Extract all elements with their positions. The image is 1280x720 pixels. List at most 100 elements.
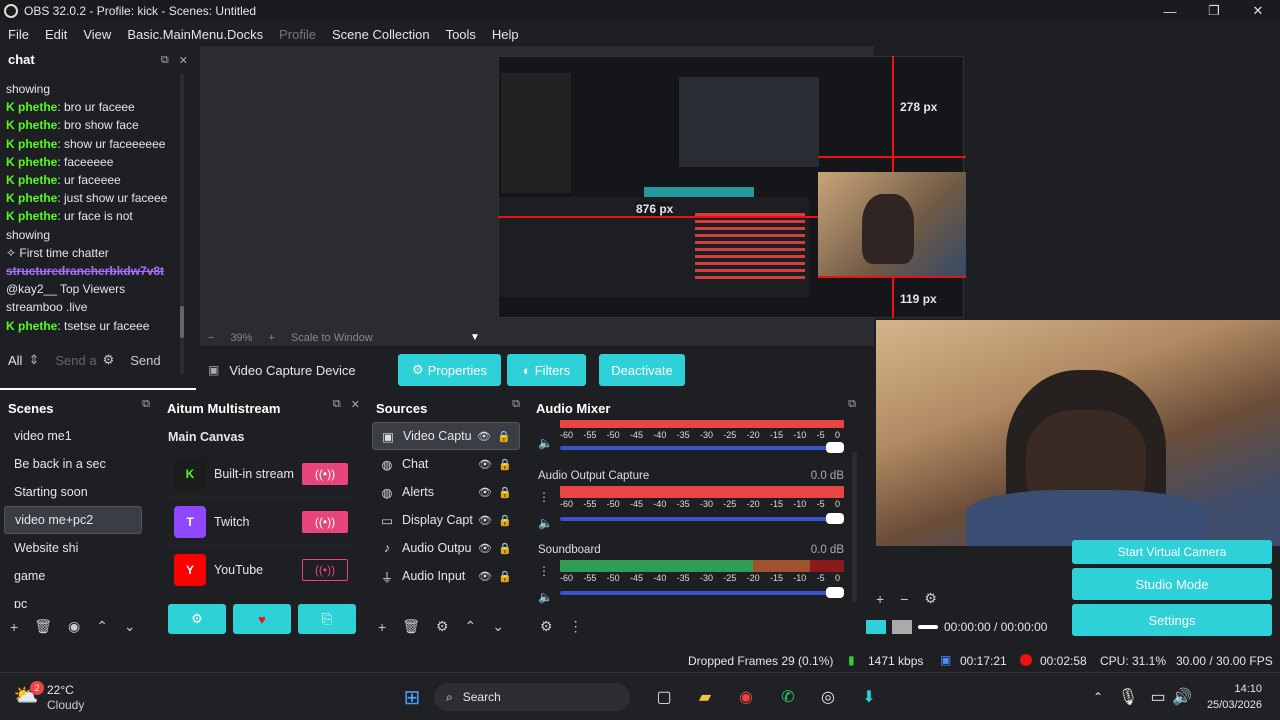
chat-input[interactable]: Send a xyxy=(55,353,96,368)
source-item[interactable]: ⏚ Audio Input 👁 🔒 xyxy=(372,562,520,590)
taskbar-search[interactable]: ⌕ Search xyxy=(434,683,630,711)
multistream-link-button[interactable]: ⎘ xyxy=(298,604,356,634)
stream-toggle[interactable]: ((•)) xyxy=(302,510,348,533)
windows-start-icon[interactable]: ⊞ xyxy=(400,685,424,709)
file-explorer-icon[interactable]: ▰ xyxy=(693,685,717,709)
chat-username[interactable]: phethe xyxy=(18,137,57,151)
chat-username[interactable]: phethe xyxy=(18,191,57,205)
chat-username[interactable]: phethe xyxy=(18,209,57,223)
lock-icon[interactable]: 🔒 xyxy=(498,542,512,555)
scale-mode[interactable]: Scale to Window xyxy=(291,332,373,344)
lock-icon[interactable]: 🔒 xyxy=(498,514,512,527)
chrome-icon[interactable]: ◉ xyxy=(734,685,758,709)
move-down-button[interactable]: ⌄ xyxy=(492,618,504,635)
stream-toggle[interactable]: ((•)) xyxy=(302,462,348,485)
move-down-button[interactable]: ⌄ xyxy=(124,618,136,635)
scene-item[interactable]: game xyxy=(4,562,142,590)
task-view-icon[interactable]: ▢ xyxy=(652,685,676,709)
channel-menu-icon[interactable]: ⋮ xyxy=(538,490,550,504)
dock-float-icon[interactable]: ⧉ xyxy=(161,54,169,67)
scene-item[interactable]: video me+pc2 xyxy=(4,506,142,534)
move-up-button[interactable]: ⌃ xyxy=(96,618,108,635)
source-settings-button[interactable]: ⚙ xyxy=(436,618,449,635)
dock-close-icon[interactable]: ✕ xyxy=(179,54,188,67)
scene-filter-button[interactable]: ◉ xyxy=(68,618,80,635)
visibility-eye-icon[interactable]: 👁 xyxy=(478,486,492,499)
properties-button[interactable]: ⚙ Properties xyxy=(398,354,501,386)
menu-docks[interactable]: Basic.MainMenu.Docks xyxy=(119,27,271,42)
speaker-icon[interactable]: 🔈 xyxy=(538,590,553,604)
multistream-settings-button[interactable]: ⚙ xyxy=(168,604,226,634)
webcam-source-preview[interactable] xyxy=(818,172,966,276)
visibility-eye-icon[interactable]: 👁 xyxy=(478,458,492,471)
controls-gear-icon[interactable]: ⚙ xyxy=(924,590,937,607)
pause-icon[interactable] xyxy=(866,620,886,634)
channel-menu-icon[interactable]: ⋮ xyxy=(538,564,550,578)
mixer-menu-icon[interactable]: ⋮ xyxy=(569,618,583,635)
mic-icon[interactable]: 🎙 xyxy=(1116,685,1140,709)
network-icon[interactable]: ▭ xyxy=(1146,685,1170,709)
volume-knob[interactable] xyxy=(826,587,844,598)
filters-button[interactable]: ◐ Filters xyxy=(507,354,586,386)
volume-icon[interactable]: 🔊 xyxy=(1170,685,1194,709)
dock-float-icon[interactable]: ⧉ xyxy=(512,398,520,411)
speaker-icon[interactable]: 🔈 xyxy=(538,436,553,450)
minimize-button[interactable]: — xyxy=(1148,0,1192,22)
app-icon[interactable]: ⬇ xyxy=(857,685,881,709)
remove-source-button[interactable]: 🗑 xyxy=(402,618,420,635)
stop-icon[interactable] xyxy=(892,620,912,634)
source-item[interactable]: ▭ Display Capt 👁 🔒 xyxy=(372,506,520,534)
zoom-out-button[interactable]: − xyxy=(208,332,214,344)
chat-settings-icon[interactable]: ⚙ xyxy=(103,352,115,368)
lock-icon[interactable]: 🔒 xyxy=(497,430,511,443)
scene-item[interactable]: Be back in a sec xyxy=(4,450,142,478)
chat-username[interactable]: phethe xyxy=(18,155,57,169)
remove-button[interactable]: − xyxy=(900,591,908,607)
menu-tools[interactable]: Tools xyxy=(438,27,484,42)
visibility-eye-icon[interactable]: 👁 xyxy=(478,514,492,527)
chat-filter-select[interactable]: All xyxy=(8,353,22,368)
menu-edit[interactable]: Edit xyxy=(37,27,75,42)
chat-username-purple[interactable]: structuredrancherbkdw7v8t xyxy=(6,262,184,280)
zoom-in-button[interactable]: + xyxy=(268,332,274,344)
tray-chevron-icon[interactable]: ⌃ xyxy=(1086,685,1110,709)
lock-icon[interactable]: 🔒 xyxy=(498,486,512,499)
chat-username[interactable]: phethe xyxy=(18,319,57,333)
lock-icon[interactable]: 🔒 xyxy=(498,458,512,471)
maximize-button[interactable]: ❐ xyxy=(1192,0,1236,22)
menu-help[interactable]: Help xyxy=(484,27,527,42)
menu-view[interactable]: View xyxy=(75,27,119,42)
menu-scene-collection[interactable]: Scene Collection xyxy=(324,27,438,42)
source-item[interactable]: ◍ Chat 👁 🔒 xyxy=(372,450,520,478)
settings-button[interactable]: Settings xyxy=(1072,604,1272,636)
chat-scrollbar[interactable] xyxy=(180,74,184,374)
lock-icon[interactable]: 🔒 xyxy=(498,570,512,583)
chat-username[interactable]: phethe xyxy=(18,118,57,132)
visibility-eye-icon[interactable]: 👁 xyxy=(478,542,492,555)
chat-username[interactable]: phethe xyxy=(18,173,57,187)
scene-item[interactable]: pc xyxy=(4,590,142,608)
scene-item[interactable]: Starting soon xyxy=(4,478,142,506)
close-button[interactable]: ✕ xyxy=(1236,0,1280,22)
remove-scene-button[interactable]: 🗑 xyxy=(34,618,52,635)
menu-file[interactable]: File xyxy=(0,27,37,42)
source-item[interactable]: ◍ Alerts 👁 🔒 xyxy=(372,478,520,506)
volume-knob[interactable] xyxy=(826,513,844,524)
dock-float-icon[interactable]: ⧉ xyxy=(142,398,150,411)
visibility-eye-icon[interactable]: 👁 xyxy=(478,570,492,583)
move-up-button[interactable]: ⌃ xyxy=(465,618,477,635)
volume-slider[interactable] xyxy=(560,587,844,598)
dock-close-icon[interactable]: ✕ xyxy=(351,398,360,411)
add-button[interactable]: + xyxy=(876,591,884,607)
studio-mode-button[interactable]: Studio Mode xyxy=(1072,568,1272,600)
deactivate-button[interactable]: Deactivate xyxy=(599,354,685,386)
virtual-camera-button[interactable]: Start Virtual Camera xyxy=(1072,540,1272,564)
mixer-settings-icon[interactable]: ⚙ xyxy=(540,618,553,635)
add-source-button[interactable]: + xyxy=(378,619,386,635)
whatsapp-icon[interactable]: ✆ xyxy=(776,685,800,709)
chat-username[interactable]: phethe xyxy=(18,100,57,114)
volume-slider[interactable] xyxy=(560,513,844,524)
volume-knob[interactable] xyxy=(826,442,844,453)
source-item[interactable]: ♪ Audio Outpu 👁 🔒 xyxy=(372,534,520,562)
scene-item[interactable]: video me1 xyxy=(4,422,142,450)
